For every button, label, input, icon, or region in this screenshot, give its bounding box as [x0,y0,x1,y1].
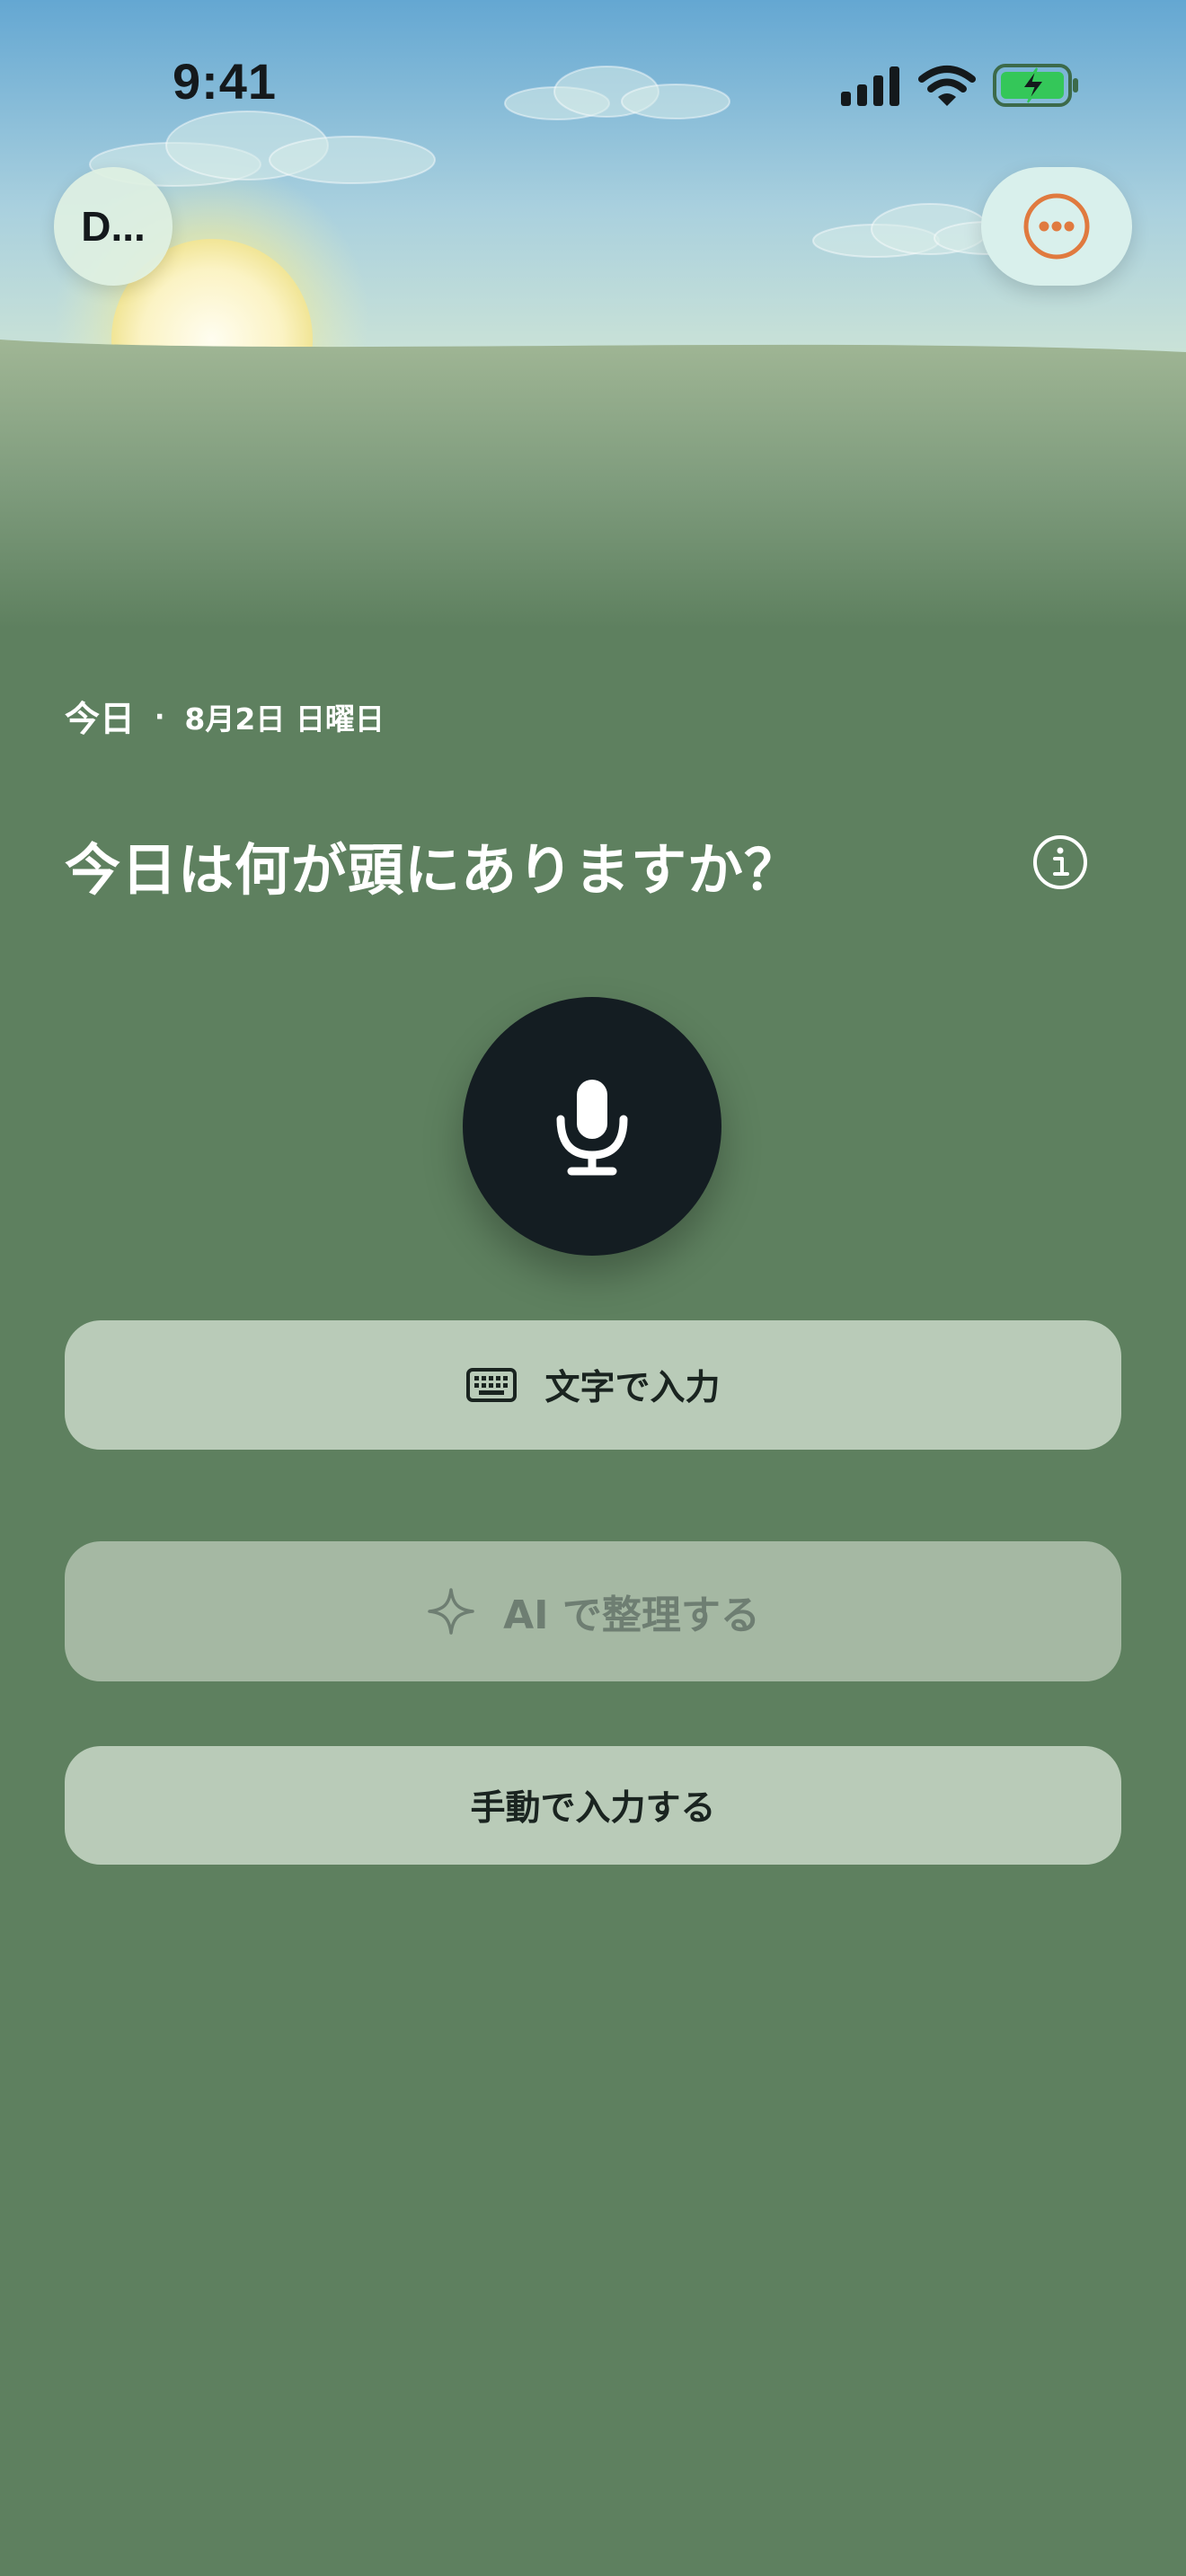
text-input-button[interactable]: 文字で入力 [65,1320,1121,1450]
more-options-button[interactable] [981,167,1132,286]
ai-organize-label: AI で整理する [503,1592,760,1638]
prompt-title: 今日は何が頭にありますか？ [65,837,801,903]
ai-organize-button[interactable]: AI で整理する [65,1541,1121,1681]
info-circle-icon [1033,835,1087,889]
info-button[interactable] [1031,834,1089,891]
app-screen: 9:41 D... 今日 · 8月2日 日曜日 今日は何が頭にありますか？ 文字… [0,0,1186,2576]
avatar-label: D... [81,203,146,250]
wifi-icon [918,66,976,106]
sparkle-icon [428,1588,474,1635]
date-separator: · [155,701,165,733]
date-row: 今日 · 8月2日 日曜日 [65,690,385,744]
today-label: 今日 [65,700,136,740]
battery-charging-icon [993,64,1078,107]
text-input-label: 文字で入力 [544,1368,721,1408]
ellipsis-circle-icon [1023,193,1090,260]
keyboard-icon [466,1368,518,1402]
cellular-signal-icon [841,66,899,106]
full-date: 8月2日 日曜日 [184,701,385,737]
status-time: 9:41 [172,53,278,110]
microphone-icon [556,1080,628,1176]
profile-avatar-button[interactable]: D... [54,167,173,286]
manual-input-button[interactable]: 手動で入力する [65,1746,1121,1865]
manual-input-label: 手動で入力する [470,1788,716,1829]
record-voice-button[interactable] [463,997,721,1256]
